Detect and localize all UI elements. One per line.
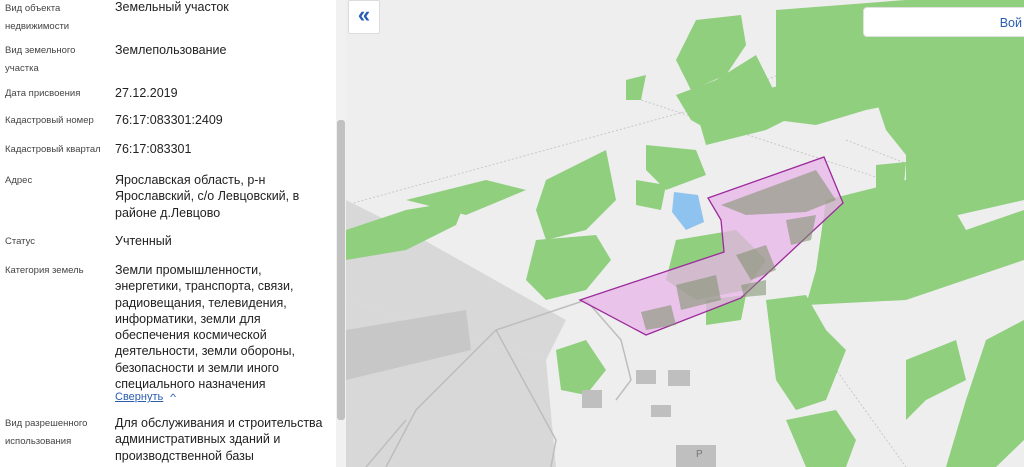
label: Категория земель — [5, 265, 84, 276]
chevron-up-icon: ^ — [170, 392, 177, 402]
label: Вид земельного участка — [5, 45, 76, 74]
map-canvas[interactable] — [346, 0, 1024, 467]
value: Земли промышленности, энергетики, трансп… — [115, 263, 295, 392]
label: Кадастровый номер — [5, 115, 94, 126]
value: Для обслуживания и строительства админис… — [115, 416, 323, 463]
login-button[interactable]: Вой — [863, 7, 1024, 37]
map-view[interactable]: « Вой P — [346, 0, 1024, 467]
info-panel: Вид объекта недвижимости Земельный участ… — [0, 0, 336, 467]
water-body — [672, 192, 704, 230]
collapse-label: Свернуть — [115, 391, 164, 403]
scrollbar[interactable] — [336, 0, 346, 467]
value: 76:17:083301:2409 — [115, 113, 223, 127]
double-chevron-left-icon: « — [357, 2, 371, 27]
login-label: Вой — [999, 16, 1022, 30]
scrollbar-thumb[interactable] — [337, 120, 345, 420]
label: Адрес — [5, 175, 33, 186]
value: Ярославская область, р-н Ярославский, с/… — [115, 173, 300, 220]
label: Дата присвоения — [5, 88, 81, 99]
label: Статус — [5, 236, 36, 247]
label: Кадастровый квартал — [5, 144, 101, 155]
value: 27.12.2019 — [115, 86, 178, 100]
value: Земельный участок — [115, 0, 229, 14]
value: Землепользование — [115, 43, 227, 57]
label: Вид разрешенного использования — [5, 418, 88, 447]
collapse-link[interactable]: Свернуть ^ — [115, 389, 177, 405]
value: 76:17:083301 — [115, 142, 192, 156]
parking-icon: P — [696, 449, 703, 460]
collapse-panel-button[interactable]: « — [348, 0, 380, 34]
label: Вид объекта недвижимости — [5, 3, 70, 32]
parking-label: P — [696, 449, 703, 460]
value: Учтенный — [115, 234, 172, 248]
